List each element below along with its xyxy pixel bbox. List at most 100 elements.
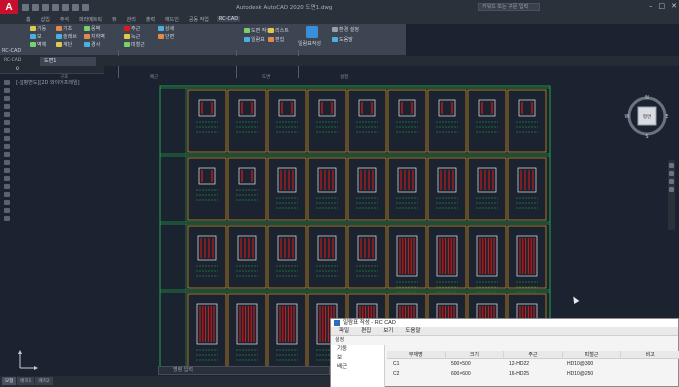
rectangle-icon[interactable]: [4, 112, 10, 117]
tab-home[interactable]: 홈: [24, 16, 33, 23]
tab-addins[interactable]: 애드인: [163, 16, 181, 23]
tab-parametric[interactable]: 파라메트릭: [77, 16, 104, 23]
fillet-icon[interactable]: [4, 208, 10, 213]
search-input[interactable]: 키워드 또는 구문 입력: [478, 3, 540, 11]
basement-wall-button[interactable]: 지하벽: [84, 33, 105, 40]
tab-rc-cad[interactable]: RC-CAD: [216, 16, 241, 22]
tab-drawing1[interactable]: 도면1: [40, 57, 96, 66]
rotate-icon[interactable]: [4, 160, 10, 165]
orbit-icon[interactable]: [669, 179, 674, 184]
open-file-icon[interactable]: [32, 3, 39, 11]
column-button[interactable]: 기둥: [30, 25, 46, 32]
tree-item-column[interactable]: 기둥: [331, 345, 384, 354]
tab-collaborate[interactable]: 공동 작업: [187, 16, 211, 23]
column-cell-frame: [347, 157, 387, 221]
column-cell-frame: [427, 89, 467, 153]
tab-manage[interactable]: 관리: [125, 16, 138, 23]
trim-icon[interactable]: [4, 184, 10, 189]
col-tie[interactable]: 띠철근: [563, 351, 622, 358]
tab-insert[interactable]: 삽입: [39, 16, 52, 23]
document-tabs: RC-CAD 도면1: [0, 56, 679, 66]
dimension-icon[interactable]: [4, 136, 10, 141]
polyline-icon[interactable]: [4, 88, 10, 93]
main-bar-button[interactable]: 주근: [124, 25, 140, 32]
menu-help[interactable]: 도움말: [405, 327, 420, 335]
tree-item-rebar[interactable]: 배근: [331, 363, 384, 372]
view-cube[interactable]: N S E W 평면: [624, 93, 670, 140]
tie-bar-button[interactable]: 띠철근: [124, 41, 145, 48]
move-icon[interactable]: [4, 144, 10, 149]
stair-button[interactable]: 계단: [56, 41, 72, 48]
slope-button[interactable]: 경사: [84, 41, 100, 48]
dialog-toolbar[interactable]: 설정: [331, 336, 678, 344]
list-button[interactable]: 리스트: [268, 27, 289, 34]
table-row[interactable]: C2 600×600 16-HD25 HD10@250: [387, 370, 679, 379]
slab-button[interactable]: 슬래브: [56, 33, 77, 40]
copy-icon[interactable]: [4, 152, 10, 157]
help-button[interactable]: 도움말: [332, 36, 353, 43]
column-cell-frame: [187, 89, 227, 153]
zoom-icon[interactable]: [669, 171, 674, 176]
stair-icon: [56, 42, 62, 47]
schedule-button[interactable]: 일람표: [244, 36, 265, 43]
layer-dropdown[interactable]: 0: [16, 67, 19, 72]
tab-layout1[interactable]: 배치1: [17, 377, 35, 385]
settings-button[interactable]: 환경 설정: [332, 26, 359, 33]
line-icon[interactable]: [4, 80, 10, 85]
col-size[interactable]: 크기: [446, 351, 505, 358]
help-icon: [332, 37, 338, 42]
column-cell-frame: [267, 225, 307, 289]
save-as-icon[interactable]: [52, 3, 59, 11]
command-input[interactable]: 명령 입력: [158, 366, 330, 375]
table-row[interactable]: C1 500×500 12-HD22 HD10@300: [387, 360, 679, 369]
col-member[interactable]: 부재명: [387, 351, 446, 358]
redo-icon[interactable]: [82, 3, 89, 11]
tab-view[interactable]: 뷰: [110, 16, 119, 23]
tab-annotate[interactable]: 주석: [58, 16, 71, 23]
hatch-icon[interactable]: [4, 120, 10, 125]
arc-icon[interactable]: [4, 104, 10, 109]
schedule-create-icon[interactable]: [306, 26, 318, 38]
extend-icon[interactable]: [4, 192, 10, 197]
col-main-bar[interactable]: 주근: [504, 351, 563, 358]
edit-button[interactable]: 편집: [268, 36, 284, 43]
new-file-icon[interactable]: [22, 3, 29, 11]
save-icon[interactable]: [42, 3, 49, 11]
mirror-icon[interactable]: [4, 168, 10, 173]
menu-view[interactable]: 보기: [383, 327, 393, 335]
footing-button[interactable]: 기초: [56, 25, 72, 32]
column-cell-frame: [507, 89, 547, 153]
detail-button[interactable]: 상세: [158, 25, 174, 32]
tab-layout2[interactable]: 배치2: [35, 377, 53, 385]
showmotion-icon[interactable]: [669, 187, 674, 192]
tab-model[interactable]: 모형: [2, 377, 17, 385]
autocad-logo[interactable]: A: [0, 0, 18, 14]
menu-file[interactable]: 파일: [339, 327, 349, 335]
section-button[interactable]: 단면: [158, 33, 174, 40]
close-icon[interactable]: ✕: [671, 2, 677, 10]
print-icon[interactable]: [62, 3, 69, 11]
menu-edit[interactable]: 편집: [361, 327, 371, 335]
text-icon[interactable]: [4, 128, 10, 133]
draw-sheet-button[interactable]: 도면 작성: [244, 27, 271, 34]
beam-button[interactable]: 보: [30, 33, 42, 40]
view-cube-graphic: N S E W 평면: [625, 95, 669, 140]
array-icon[interactable]: [4, 216, 10, 221]
wall-button[interactable]: 벽체: [30, 41, 46, 48]
viewport-controls[interactable]: [-][평면도][2D 와이어프레임]: [16, 79, 80, 86]
offset-icon[interactable]: [4, 200, 10, 205]
tab-output[interactable]: 출력: [144, 16, 157, 23]
retaining-wall-button[interactable]: 옹벽: [84, 25, 100, 32]
stirrup-button[interactable]: 늑근: [124, 33, 140, 40]
col-note[interactable]: 비고: [621, 351, 679, 358]
column-cell-frame: [267, 293, 307, 369]
pan-icon[interactable]: [669, 163, 674, 168]
dialog-body: 기둥 보 배근 부재명 크기 주근 띠철근 비고 C1 500×500 12-H…: [331, 345, 679, 387]
circle-icon[interactable]: [4, 96, 10, 101]
scale-icon[interactable]: [4, 176, 10, 181]
schedule-create-button[interactable]: 일람표작성: [298, 40, 321, 47]
minimize-icon[interactable]: –: [649, 2, 653, 10]
undo-icon[interactable]: [72, 3, 79, 11]
maximize-icon[interactable]: □: [659, 2, 666, 10]
tree-item-beam[interactable]: 보: [331, 354, 384, 363]
